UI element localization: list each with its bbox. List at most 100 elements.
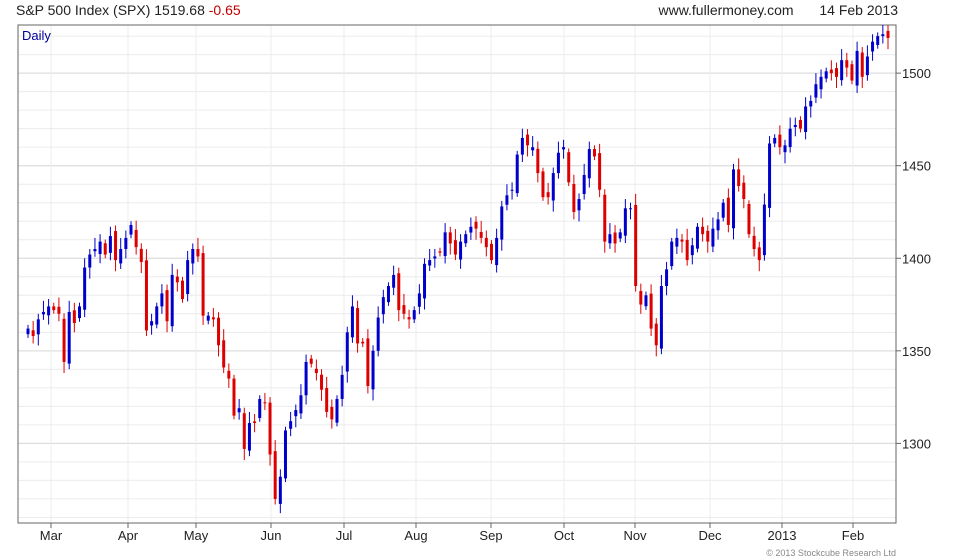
candle-body [438,251,442,253]
candle-body [845,60,849,68]
candle-body [773,137,777,144]
candle-body [268,402,272,455]
candle-body [103,243,107,255]
candle-body [108,236,112,253]
candle-body [562,147,566,150]
candle-body [752,235,756,250]
candle-body [258,398,262,419]
candle-body [675,237,679,247]
x-tick-label: 2013 [768,528,797,543]
candle-body [757,247,761,261]
y-tick-label: 1450 [902,159,931,174]
candle-body [489,243,493,261]
candle-body [608,234,612,244]
candle-body [840,60,844,81]
candle-body [835,68,839,77]
candle-body [464,234,468,244]
candle-body [320,374,324,390]
candle-body [186,260,190,294]
candle-body [829,69,833,74]
candle-body [227,370,231,379]
candle-body [495,237,499,266]
copyright-notice: © 2013 Stockcube Research Ltd [766,548,896,558]
candle-body [804,106,808,133]
candle-body [469,226,473,233]
candle-body [237,408,241,413]
candle-body [448,232,452,244]
candle-body [546,192,550,198]
candle-body [592,149,596,157]
candle-body [412,310,416,320]
x-tick-label: Aug [404,528,427,543]
candle-body [366,338,370,387]
candle-body [567,152,571,183]
candle-body [88,254,92,268]
candle-body [77,306,81,319]
candle-body [175,276,179,283]
candle-body [665,269,669,287]
y-tick-label: 1400 [902,251,931,266]
candle-body [711,228,715,247]
candle-body [428,260,432,266]
x-tick-label: May [184,528,209,543]
x-tick-label: Jul [336,528,353,543]
candle-body [737,169,741,187]
candle-body [618,232,622,239]
candle-body [376,317,380,351]
candle-body [659,286,663,349]
candle-body [716,219,720,231]
candle-body [783,145,787,153]
candle-body [392,274,396,288]
candle-body [520,137,524,155]
candle-body [139,248,143,262]
candle-body [309,358,313,364]
candle-body [129,224,133,235]
candle-body [871,41,875,52]
candle-body [670,241,674,267]
candle-body [283,430,287,479]
candle-body [510,189,514,191]
candle-body [551,173,555,201]
candle-body [721,202,725,218]
candle-body [459,241,463,260]
candle-body [793,124,797,128]
candle-body [809,100,813,107]
candle-body [114,231,118,261]
candle-body [325,388,329,412]
candle-body [732,169,736,229]
candle-body [649,293,653,329]
candle-body [881,34,885,37]
candle-body [747,204,751,235]
candle-body [768,143,772,208]
x-tick-label: Oct [554,528,575,543]
candle-body [31,330,35,337]
candle-body [819,76,823,90]
candle-body [536,148,540,174]
candle-body [345,332,349,372]
candle-body [726,197,730,225]
candle-body [232,378,236,416]
candle-body [742,182,746,200]
candle-body [541,171,545,198]
candle-body [72,310,76,324]
candle-body [654,323,658,346]
candle-body [304,361,308,396]
candle-body [93,249,97,252]
candle-body [191,249,195,264]
candle-body [526,134,530,146]
candle-body [690,245,694,256]
candle-body [155,306,159,325]
candle-body [778,134,782,148]
candle-body [340,374,344,399]
candle-body [335,398,339,423]
candle-body [814,84,818,98]
y-tick-label: 1500 [902,66,931,81]
candle-body [165,290,169,322]
candle-body [278,476,282,504]
y-tick-label: 1300 [902,436,931,451]
x-tick-label: Feb [842,528,864,543]
candle-body [273,451,277,499]
candle-body [824,71,828,79]
candle-body [217,317,221,346]
candle-body [294,410,298,417]
